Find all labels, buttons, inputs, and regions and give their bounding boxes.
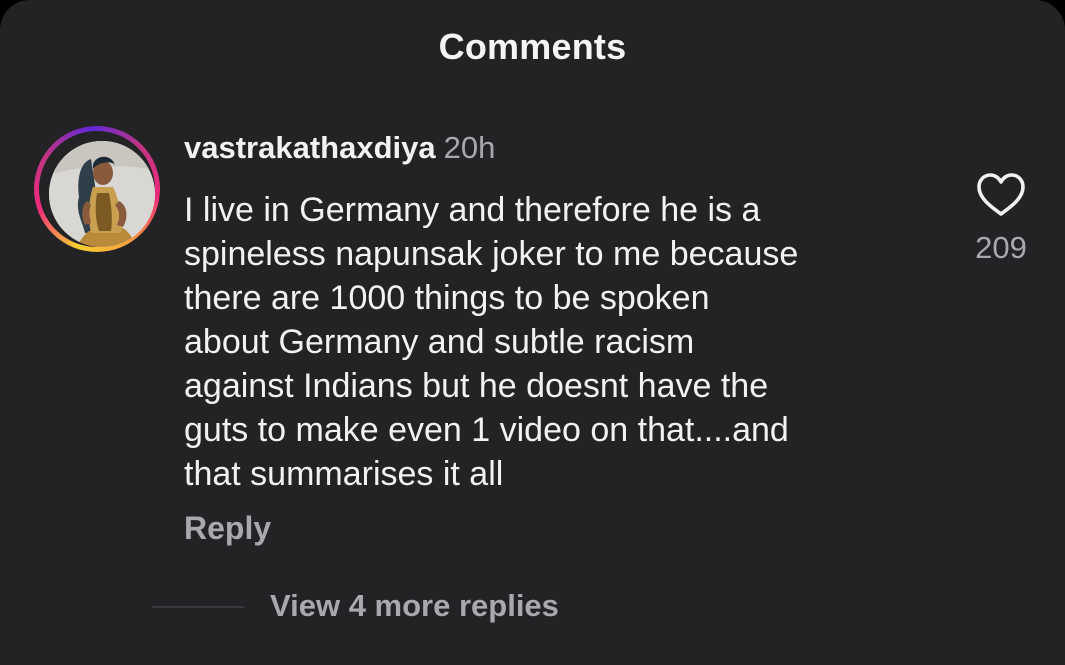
comment-line: against Indians but he doesnt have the [184, 367, 769, 405]
sheet-title: Comments [438, 26, 627, 67]
comment-line: I live in Germany and therefore he is a [184, 191, 761, 229]
like-button[interactable] [975, 172, 1027, 218]
replies-divider [152, 606, 244, 608]
comment-line: guts to make even 1 video on that....and [184, 411, 789, 449]
like-count: 209 [975, 230, 1027, 265]
comment-timestamp: 20h [443, 130, 496, 165]
avatar [49, 141, 155, 247]
comment-meta: vastrakathaxdiya 20h [184, 130, 495, 166]
username-link[interactable]: vastrakathaxdiya [184, 130, 436, 165]
heart-outline-icon [977, 173, 1025, 216]
comment-line: spineless napunsak joker to me because [184, 235, 799, 273]
comment-text: I live in Germany and therefore he is a … [184, 188, 924, 496]
comments-sheet: Comments vastrakathaxdiya 20h I live in … [0, 0, 1065, 665]
view-more-replies-button[interactable]: View 4 more replies [270, 588, 559, 624]
user-avatar-icon [49, 141, 155, 247]
comment-line: about Germany and subtle racism [184, 323, 695, 361]
comment-line: there are 1000 things to be spoken [184, 279, 710, 317]
reply-button[interactable]: Reply [184, 510, 271, 547]
comment-line: that summarises it all [184, 455, 504, 493]
story-ring[interactable] [34, 126, 160, 252]
